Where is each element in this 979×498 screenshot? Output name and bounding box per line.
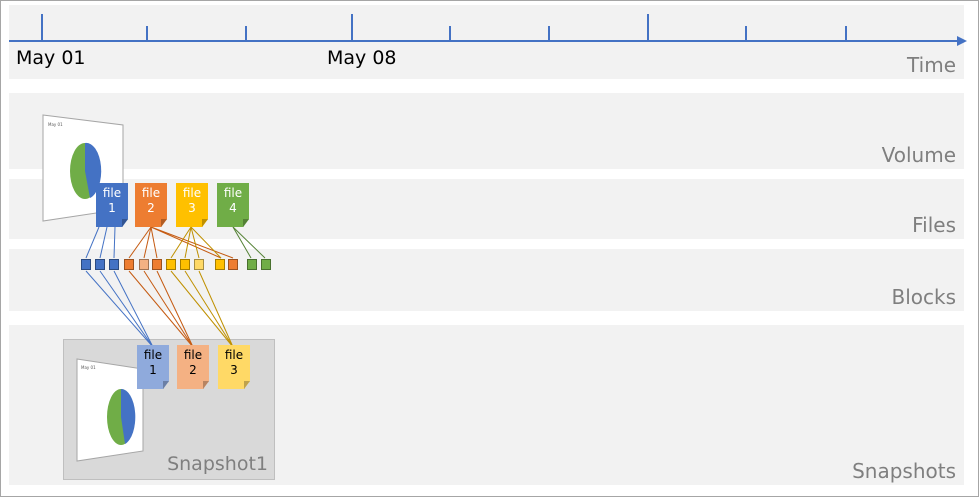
block [109,259,119,270]
file-1-icon: file 1 [96,183,128,227]
file-3-icon: file 3 [176,183,208,227]
block [166,259,176,270]
snapshot-file-1-number: 1 [149,363,157,377]
diagram-frame: Time May 01 May 08 Volume Files Blocks S… [0,0,979,497]
snapshot-file-3-word: file [224,348,244,362]
block [152,259,162,270]
block [194,259,204,270]
snapshot-file3-links [170,270,234,348]
block [228,259,238,270]
file-1-number: 1 [108,201,116,215]
snapshot-file-2-number: 2 [189,363,197,377]
block [95,259,105,270]
file-2-icon: file 2 [135,183,167,227]
snapshot-file-3-icon: file 3 [218,345,250,389]
block [139,259,149,270]
block [261,259,271,270]
block [180,259,190,270]
file-3-word: file [182,186,202,200]
snapshot-file-2-icon: file 2 [177,345,209,389]
snapshot-file-1-icon: file 1 [137,345,169,389]
block-connectors [85,226,266,348]
block [124,259,134,270]
file1-block-links [85,226,116,259]
snapshot-file-1-word: file [143,348,163,362]
block [247,259,257,270]
snapshot-file1-links [85,270,154,348]
file-4-word: file [223,186,243,200]
file-3-number: 3 [188,201,196,215]
file4-block-links [232,226,266,259]
file-4-number: 4 [229,201,237,215]
file-4-icon: file 4 [217,183,249,227]
file-2-word: file [141,186,161,200]
snapshot-file2-links [128,270,194,348]
file-1-word: file [102,186,122,200]
block [215,259,225,270]
block [81,259,91,270]
snapshot-file-3-number: 3 [230,363,238,377]
file-2-number: 2 [147,201,155,215]
file3-block-links [170,226,222,259]
snapshot-file-2-word: file [183,348,203,362]
